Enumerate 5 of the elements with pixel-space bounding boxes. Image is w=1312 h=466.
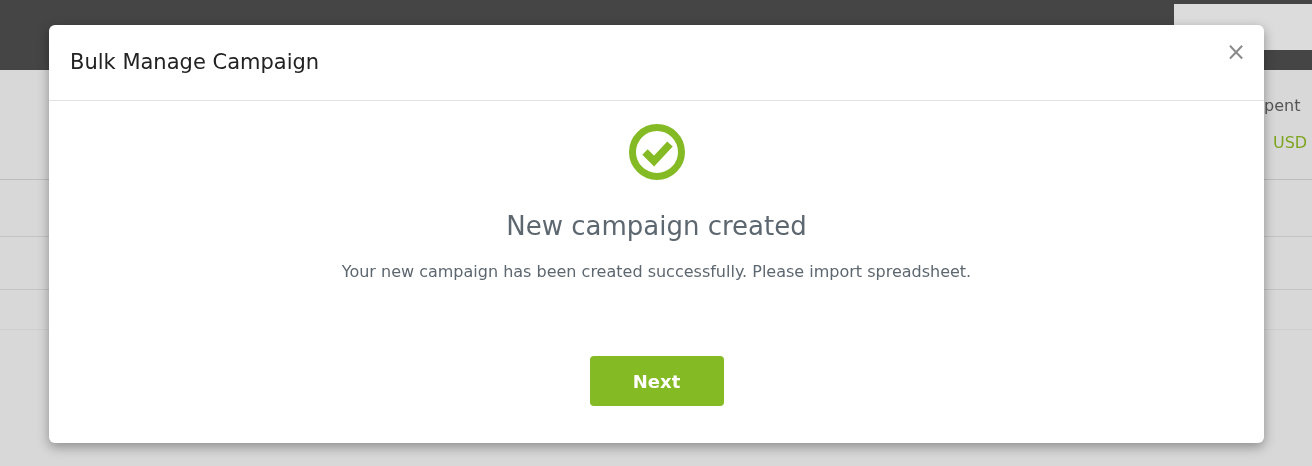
dialog-title: Bulk Manage Campaign <box>70 48 320 76</box>
dialog-heading: New campaign created <box>506 210 807 243</box>
currency-label: USD <box>1273 132 1308 154</box>
dialog-message: Your new campaign has been created successfully. Please import spreadsheet. <box>341 261 972 283</box>
column-label: pent <box>1264 95 1301 117</box>
